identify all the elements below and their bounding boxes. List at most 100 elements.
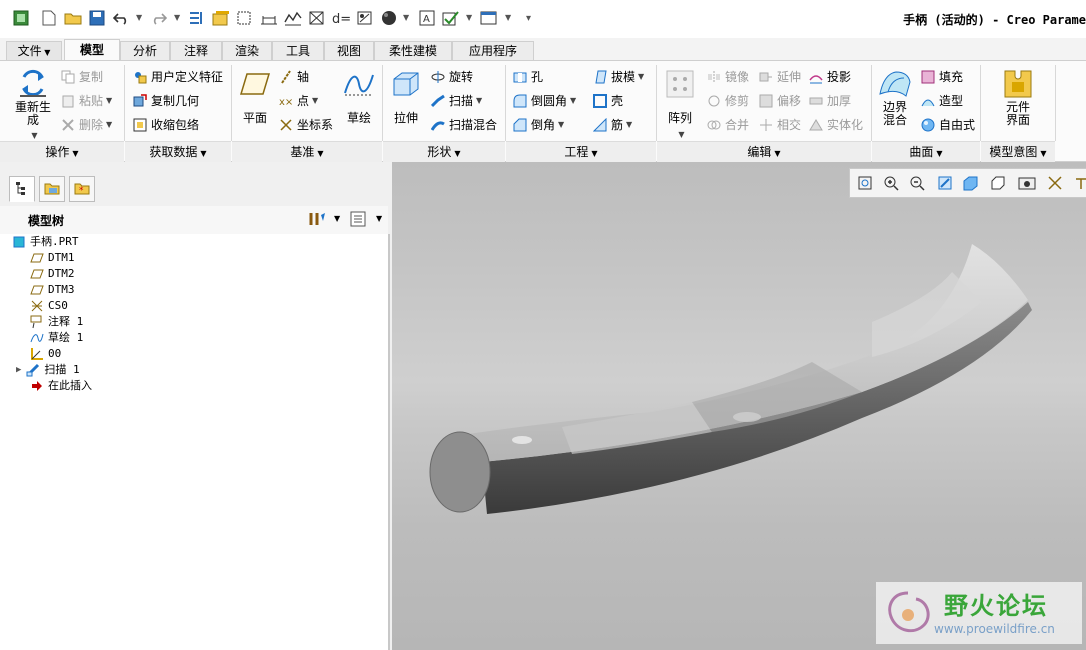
paste-dropdown-icon[interactable]: ▼: [106, 91, 112, 111]
group-operations[interactable]: 操作 ▼: [0, 141, 124, 162]
tree-item-part[interactable]: 手柄.PRT: [12, 234, 79, 250]
revolve-button[interactable]: 旋转: [430, 67, 473, 87]
chamfer-button[interactable]: 倒角 ▼: [512, 115, 564, 135]
layout-icon[interactable]: [480, 9, 498, 27]
tree-item-sweep[interactable]: ▶ 扫描 1: [16, 362, 80, 378]
measure-icon[interactable]: [260, 9, 278, 27]
redo-icon[interactable]: [150, 9, 168, 27]
check-icon[interactable]: [442, 9, 460, 27]
tab-file[interactable]: 文件 ▼: [6, 41, 62, 61]
delete-dropdown-icon[interactable]: ▼: [106, 115, 112, 135]
app-icon[interactable]: [12, 9, 30, 27]
tree-item-insert-here[interactable]: 在此插入: [30, 378, 92, 394]
zoom-in-icon[interactable]: [880, 173, 902, 193]
sweep-button[interactable]: 扫描 ▼: [430, 91, 482, 111]
close-window-icon[interactable]: [236, 9, 254, 27]
repaint-icon[interactable]: [934, 173, 956, 193]
redo-dropdown-icon[interactable]: ▼: [174, 13, 180, 22]
tab-model[interactable]: 模型: [64, 39, 120, 61]
extrude-button[interactable]: 拉伸: [386, 67, 426, 126]
layout-dropdown-icon[interactable]: ▼: [505, 13, 511, 22]
saved-orientations-icon[interactable]: [988, 173, 1010, 193]
expand-arrow-icon[interactable]: ▶: [16, 362, 21, 378]
point-dropdown-icon[interactable]: ▼: [312, 91, 318, 111]
open-icon[interactable]: [64, 9, 82, 27]
point-button[interactable]: x× 点 ▼: [278, 91, 318, 111]
project-button[interactable]: 投影: [808, 67, 851, 87]
tab-tools[interactable]: 工具: [272, 41, 324, 61]
settings-dropdown-icon[interactable]: ▼: [334, 214, 340, 223]
check-dropdown-icon[interactable]: ▼: [466, 13, 472, 22]
settings-icon[interactable]: [308, 211, 326, 230]
group-engineering[interactable]: 工程 ▼: [506, 141, 656, 162]
tree-item-cs0[interactable]: CS0: [30, 298, 68, 314]
annotation-toggle-icon[interactable]: [1070, 173, 1086, 193]
thicken-button[interactable]: 加厚: [808, 91, 851, 111]
view-manager-icon[interactable]: [1016, 173, 1038, 193]
regenerate-icon[interactable]: [188, 9, 206, 27]
tree-item-dtm2[interactable]: DTM2: [30, 266, 75, 282]
copy-button[interactable]: 复制: [60, 67, 103, 87]
model-tree-tab[interactable]: [9, 176, 35, 202]
layer-icon[interactable]: [356, 9, 374, 27]
offset-button[interactable]: 偏移: [758, 91, 801, 111]
tree-item-dtm3[interactable]: DTM3: [30, 282, 75, 298]
tab-applications[interactable]: 应用程序: [452, 41, 534, 61]
regenerate-button[interactable]: 重新生成 ▼: [10, 65, 56, 141]
chamfer-dropdown-icon[interactable]: ▼: [558, 115, 564, 135]
round-dropdown-icon[interactable]: ▼: [570, 91, 576, 111]
customize-icon[interactable]: ▾: [526, 13, 531, 24]
csys-button[interactable]: 坐标系: [278, 115, 333, 135]
swept-blend-button[interactable]: 扫描混合: [430, 115, 497, 135]
draft-dropdown-icon[interactable]: ▼: [638, 67, 644, 87]
group-datum[interactable]: 基准 ▼: [232, 141, 382, 162]
appearance-icon[interactable]: [380, 9, 398, 27]
shrinkwrap-button[interactable]: 收缩包络: [132, 115, 199, 135]
rib-dropdown-icon[interactable]: ▼: [626, 115, 632, 135]
analysis-icon[interactable]: [284, 9, 302, 27]
tree-item-annotation[interactable]: 注释 1: [30, 314, 83, 330]
appearance-dropdown-icon[interactable]: ▼: [403, 13, 409, 22]
zoom-out-icon[interactable]: [906, 173, 928, 193]
refit-icon[interactable]: [854, 173, 876, 193]
draft-button[interactable]: 拔模 ▼: [592, 67, 644, 87]
delete-button[interactable]: 删除 ▼: [60, 115, 112, 135]
regenerate-dropdown-icon[interactable]: ▼: [31, 131, 37, 140]
tree-item-dtm1[interactable]: DTM1: [30, 250, 75, 266]
pattern-dropdown-icon[interactable]: ▼: [678, 130, 684, 139]
windows-icon[interactable]: [212, 9, 230, 27]
group-get-data[interactable]: 获取数据 ▼: [125, 141, 231, 162]
new-icon[interactable]: [40, 9, 58, 27]
display-style-icon[interactable]: [960, 173, 982, 193]
group-model-intent[interactable]: 模型意图 ▼: [981, 141, 1055, 162]
style-button[interactable]: 造型: [920, 91, 963, 111]
tab-view[interactable]: 视图: [324, 41, 374, 61]
tab-flexible-modeling[interactable]: 柔性建模: [374, 41, 452, 61]
tab-render[interactable]: 渲染: [222, 41, 272, 61]
boundary-blend-button[interactable]: 边界混合: [874, 65, 916, 127]
show-icon[interactable]: [350, 211, 366, 230]
sketch-button[interactable]: 草绘: [340, 67, 378, 126]
folder-browser-tab[interactable]: [39, 176, 65, 202]
named-view-icon[interactable]: [308, 9, 326, 27]
axis-button[interactable]: 轴: [278, 67, 309, 87]
copy-geometry-button[interactable]: 复制几何: [132, 91, 199, 111]
datum-display-icon[interactable]: [1044, 173, 1066, 193]
extend-button[interactable]: 延伸: [758, 67, 801, 87]
tab-annotate[interactable]: 注释: [170, 41, 222, 61]
annotation-display-icon[interactable]: A: [418, 9, 436, 27]
hole-button[interactable]: 孔: [512, 67, 543, 87]
sweep-dropdown-icon[interactable]: ▼: [476, 91, 482, 111]
freestyle-button[interactable]: 自由式: [920, 115, 975, 135]
undo-dropdown-icon[interactable]: ▼: [136, 13, 142, 22]
group-shapes[interactable]: 形状 ▼: [383, 141, 505, 162]
fill-button[interactable]: 填充: [920, 67, 963, 87]
intersect-button[interactable]: 相交: [758, 115, 801, 135]
trim-button[interactable]: 修剪: [706, 91, 749, 111]
show-dropdown-icon[interactable]: ▼: [376, 214, 382, 223]
rib-button[interactable]: 筋 ▼: [592, 115, 632, 135]
dimension-icon[interactable]: d=: [332, 9, 350, 27]
merge-button[interactable]: 合并: [706, 115, 749, 135]
mirror-button[interactable]: 镜像: [706, 67, 749, 87]
tab-analysis[interactable]: 分析: [120, 41, 170, 61]
